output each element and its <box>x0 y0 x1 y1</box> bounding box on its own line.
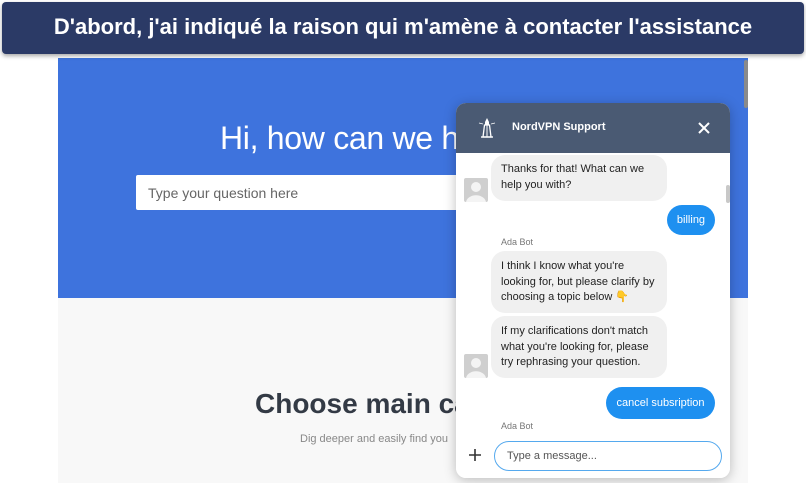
message-line: what you're looking for, please <box>501 340 649 353</box>
message-line: try rephrasing your question. <box>501 356 641 368</box>
close-icon[interactable] <box>696 120 712 136</box>
user-avatar-icon <box>466 182 486 202</box>
message-line: looking for, but please clarify by <box>501 275 655 288</box>
nordvpn-lighthouse-icon <box>478 118 496 138</box>
user-avatar-icon <box>466 358 486 378</box>
sender-label: Ada Bot <box>501 421 534 431</box>
search-input[interactable] <box>136 175 490 210</box>
bot-message: I think I know what you're looking for, … <box>491 251 667 313</box>
chat-title: NordVPN Support <box>512 121 606 133</box>
chat-widget: NordVPN Support Thanks for that! What ca… <box>456 103 730 478</box>
message-input[interactable] <box>495 442 719 469</box>
bot-message: If my clarifications don't match what yo… <box>491 316 667 378</box>
message-line: Thanks for that! What can we <box>501 163 645 175</box>
categories-subtitle: Dig deeper and easily find you <box>300 433 448 445</box>
caption-banner: D'abord, j'ai indiqué la raison qui m'am… <box>2 2 804 54</box>
chat-scrollbar[interactable] <box>726 185 730 203</box>
message-input-box[interactable] <box>494 441 722 471</box>
page-scrollbar[interactable] <box>744 60 748 108</box>
bot-message: Thanks for that! What can we help you wi… <box>491 155 667 201</box>
message-line: help you with? <box>501 178 572 191</box>
message-line: If my clarifications don't match <box>501 325 648 337</box>
sender-label: Ada Bot <box>501 237 534 247</box>
bot-avatar <box>464 354 488 378</box>
user-message: billing <box>667 205 715 235</box>
message-line: I think I know what you're <box>501 260 625 272</box>
message-line: choosing a topic below 👇 <box>501 291 630 303</box>
plus-icon[interactable] <box>468 448 482 462</box>
search-box[interactable] <box>136 175 496 210</box>
chat-header: NordVPN Support <box>456 103 730 153</box>
message-composer <box>456 433 730 478</box>
categories-title: Choose main ca <box>255 388 470 419</box>
hero-title: Hi, how can we h <box>220 120 459 156</box>
user-message: cancel subsription <box>606 387 715 419</box>
bot-avatar <box>464 178 488 202</box>
caption-text: D'abord, j'ai indiqué la raison qui m'am… <box>53 14 753 39</box>
